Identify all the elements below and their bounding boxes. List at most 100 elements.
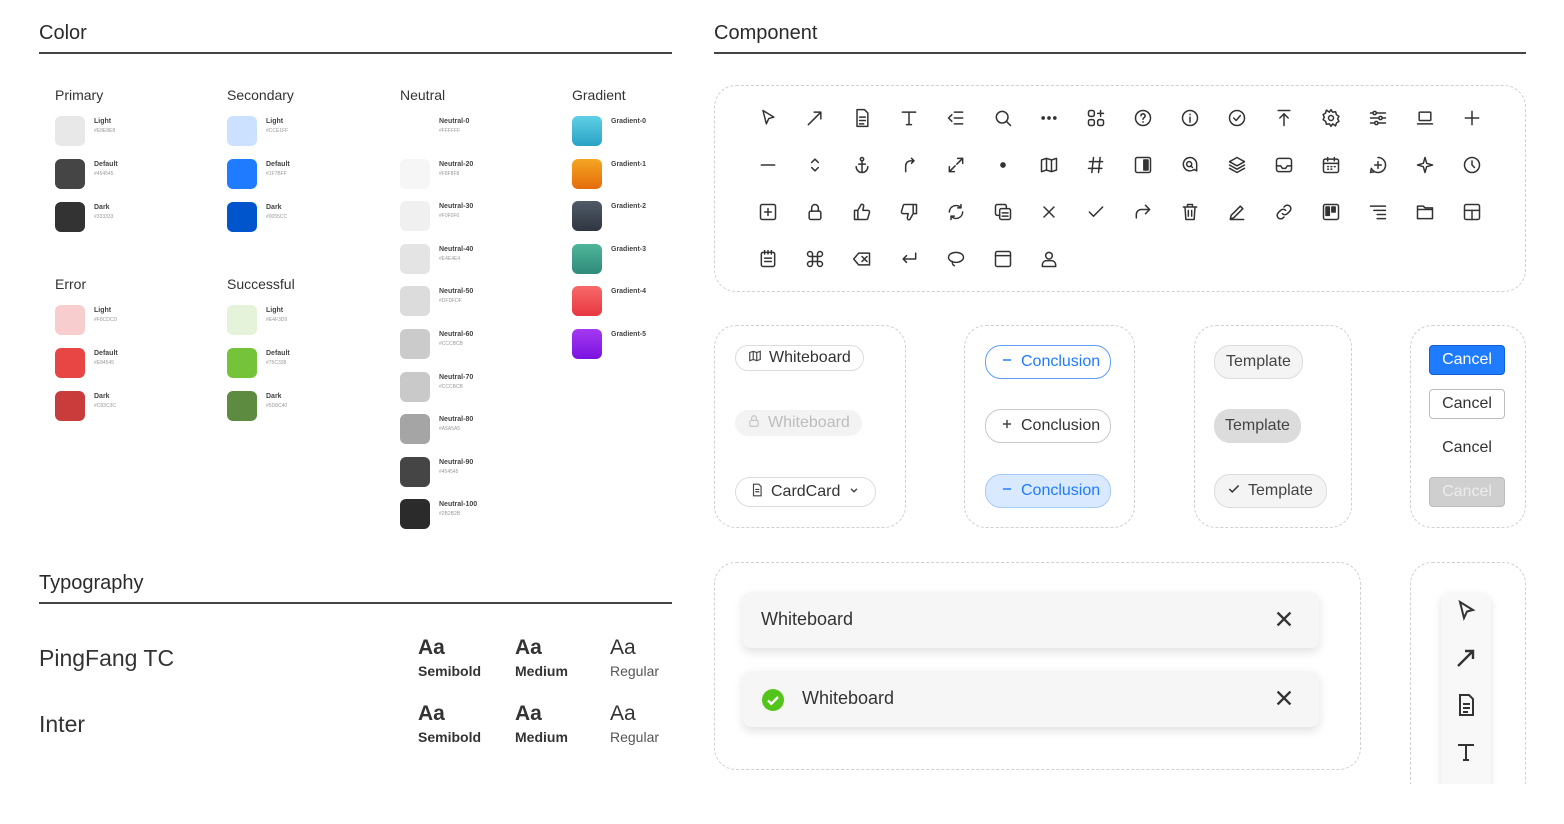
close-icon[interactable] (1036, 199, 1062, 225)
calendar-icon[interactable] (1318, 152, 1344, 178)
whiteboard-chip-disabled[interactable]: Whiteboard (735, 410, 862, 436)
list-indent-icon[interactable] (1365, 199, 1391, 225)
cancel-button-outline[interactable]: Cancel (1429, 389, 1505, 419)
backspace-icon[interactable] (849, 246, 875, 272)
color-swatch (55, 202, 85, 232)
copy-icon[interactable] (990, 199, 1016, 225)
refresh-icon[interactable] (943, 199, 969, 225)
lock-icon (747, 414, 761, 433)
add-circle-icon[interactable] (1365, 152, 1391, 178)
plus-icon[interactable] (1459, 105, 1485, 131)
anchor-icon[interactable] (849, 152, 875, 178)
minus-icon[interactable] (755, 152, 781, 178)
clock-icon[interactable] (1459, 152, 1485, 178)
swatch-name: Gradient-1 (611, 160, 647, 168)
swatch-hex: #F8F8F8 (439, 170, 460, 177)
sliders-icon[interactable] (1365, 105, 1391, 131)
swatch-hex: #333333 (94, 214, 114, 220)
font-weight-label: Semibold (418, 729, 482, 745)
check-circle-icon[interactable] (1224, 105, 1250, 131)
color-swatch (227, 159, 257, 189)
cancel-button-primary[interactable]: Cancel (1429, 345, 1505, 375)
section-divider (39, 52, 672, 54)
more-icon[interactable] (1036, 105, 1062, 131)
vertical-toolbar (1441, 593, 1491, 793)
conclusion-chip-selected[interactable]: Conclusion (985, 474, 1112, 508)
outdent-icon[interactable] (943, 105, 969, 131)
document-icon[interactable] (1454, 693, 1478, 717)
lock-icon[interactable] (802, 199, 828, 225)
layers-icon[interactable] (1224, 152, 1250, 178)
conclusion-chip-add[interactable]: Conclusion (985, 409, 1112, 443)
folder-tab-icon[interactable] (1412, 199, 1438, 225)
color-swatch (55, 391, 85, 421)
pen-icon[interactable] (1224, 199, 1250, 225)
whiteboard-chip[interactable]: Whiteboard (735, 345, 864, 371)
thumbs-down-icon[interactable] (896, 199, 922, 225)
enter-icon[interactable] (896, 246, 922, 272)
swatch-hex: #E4F3D9 (266, 317, 288, 323)
conclusion-chip-outline[interactable]: Conclusion (985, 345, 1112, 379)
color-swatch (55, 159, 85, 189)
close-icon[interactable] (1273, 687, 1295, 709)
font-family-name: PingFang TC (39, 645, 175, 671)
font-sample-aa: Aa (418, 702, 445, 725)
map-icon[interactable] (1036, 152, 1062, 178)
help-icon[interactable] (1130, 105, 1156, 131)
sparkle-icon[interactable] (1412, 152, 1438, 178)
info-icon[interactable] (1177, 105, 1203, 131)
cursor-icon[interactable] (755, 105, 781, 131)
font-weight-label: Medium (515, 729, 568, 745)
check-icon[interactable] (1083, 199, 1109, 225)
upload-top-icon[interactable] (1271, 105, 1297, 131)
sidebar-icon[interactable] (1130, 152, 1156, 178)
apps-icon[interactable] (1083, 105, 1109, 131)
user-icon[interactable] (1036, 246, 1062, 272)
kanban-icon[interactable] (1318, 199, 1344, 225)
swatch-name: Default (266, 350, 290, 357)
forward-icon[interactable] (1130, 199, 1156, 225)
layout-icon[interactable] (1459, 199, 1485, 225)
expand-icon[interactable] (943, 152, 969, 178)
command-icon[interactable] (802, 246, 828, 272)
swatch-name: Neutral-90 (439, 458, 474, 466)
chip-label: Template (1226, 353, 1291, 370)
sort-icon[interactable] (802, 152, 828, 178)
template-chip-checked[interactable]: Template (1214, 474, 1327, 508)
cancel-button-disabled[interactable]: Cancel (1429, 477, 1505, 507)
arrow-icon[interactable] (1454, 646, 1478, 670)
arrow-icon[interactable] (802, 105, 828, 131)
text-icon[interactable] (1454, 740, 1478, 764)
font-weight-label: Regular (610, 663, 660, 679)
palette-group-label: Error (55, 276, 87, 292)
inbox-icon[interactable] (1271, 152, 1297, 178)
palette-group-label: Primary (55, 87, 104, 103)
settings-icon[interactable] (1318, 105, 1344, 131)
font-sample-aa: Aa (418, 636, 445, 659)
cancel-button-text[interactable]: Cancel (1429, 433, 1505, 463)
link-icon[interactable] (1271, 199, 1297, 225)
chat-search-icon[interactable] (1177, 152, 1203, 178)
template-chip[interactable]: Template (1214, 345, 1303, 379)
color-swatch (400, 116, 430, 146)
hash-icon[interactable] (1083, 152, 1109, 178)
thumbs-up-icon[interactable] (849, 199, 875, 225)
notepad-icon[interactable] (755, 246, 781, 272)
close-icon[interactable] (1273, 608, 1295, 630)
trash-icon[interactable] (1177, 199, 1203, 225)
swatch-hex: #CCE1FF (266, 128, 289, 134)
cursor-icon[interactable] (1454, 599, 1478, 623)
swatch-hex: #F8CDCD (94, 317, 118, 323)
window-icon[interactable] (990, 246, 1016, 272)
lasso-icon[interactable] (943, 246, 969, 272)
search-icon[interactable] (990, 105, 1016, 131)
add-square-icon[interactable] (755, 199, 781, 225)
cardcard-dropdown[interactable]: CardCard (735, 477, 877, 507)
laptop-icon[interactable] (1412, 105, 1438, 131)
document-icon[interactable] (849, 105, 875, 131)
redo-curve-icon[interactable] (896, 152, 922, 178)
toast-notification: Whiteboard (743, 592, 1319, 648)
dot-icon[interactable] (990, 152, 1016, 178)
text-icon[interactable] (896, 105, 922, 131)
template-chip-pressed[interactable]: Template (1214, 409, 1301, 443)
